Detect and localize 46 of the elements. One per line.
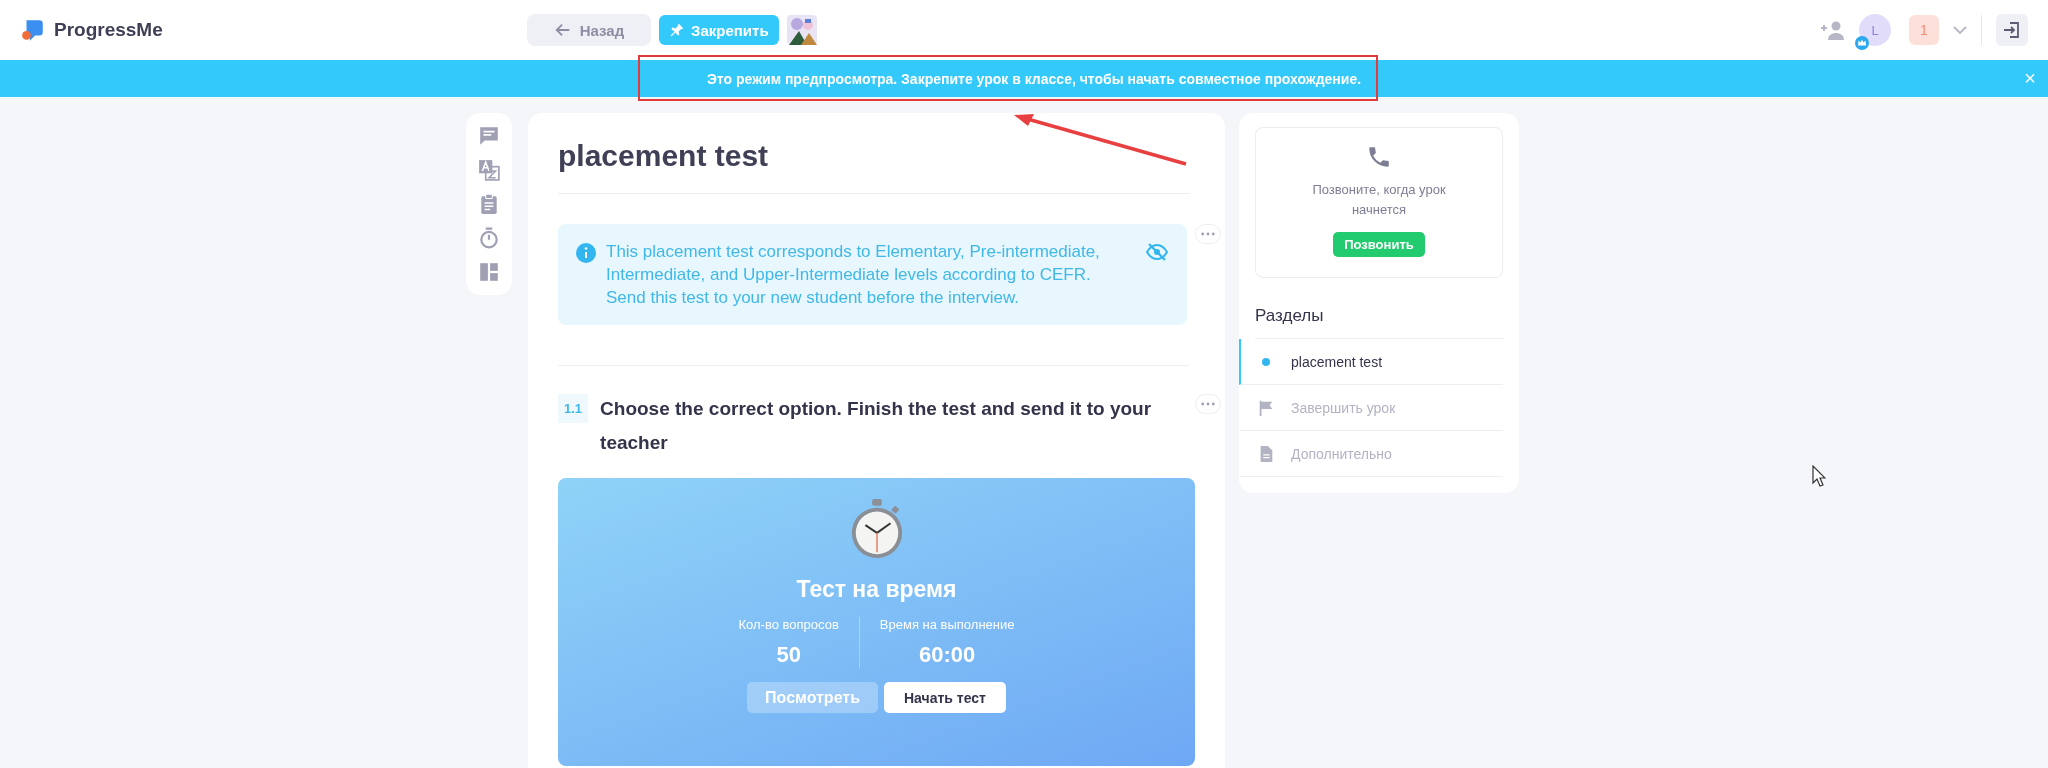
stopwatch-icon[interactable]: [478, 227, 500, 249]
call-text: Позвоните, когда урок начнется: [1311, 181, 1447, 219]
layout-icon[interactable]: [478, 261, 500, 283]
stat-value: 60:00: [919, 642, 976, 668]
logo-text: ProgressMe: [54, 19, 163, 41]
info-icon: [576, 243, 596, 263]
start-test-button[interactable]: Начать тест: [884, 682, 1006, 713]
logo-icon: [20, 17, 46, 43]
logout-icon: [2002, 20, 2022, 40]
info-text: This placement test corresponds to Elementary, Pre-intermediate, Intermediate, and Upper-Intermediate levels according to CEFR. Send this test to your new student before the interview.: [606, 241, 1101, 309]
view-button[interactable]: Посмотреть: [747, 682, 878, 713]
section-item[interactable]: Дополнительно: [1239, 431, 1503, 477]
comment-icon[interactable]: [478, 125, 500, 147]
pin-icon: [669, 22, 685, 38]
more-icon: [1201, 232, 1215, 236]
section-item[interactable]: Завершить урок: [1239, 385, 1503, 431]
close-button[interactable]: ×: [2020, 68, 2040, 88]
clipboard-icon[interactable]: [478, 193, 500, 215]
exercise-number: 1.1: [558, 394, 589, 423]
phone-icon: [1366, 144, 1392, 170]
mouse-cursor-icon: [1812, 465, 1826, 487]
add-user-icon[interactable]: [1819, 20, 1845, 40]
timed-test-title: Тест на время: [796, 576, 957, 603]
back-button[interactable]: Назад: [527, 14, 651, 46]
exercise-title: Choose the correct option. Finish the test and send it to your teacher: [600, 397, 1153, 455]
stat-label: Кол-во вопросов: [738, 617, 839, 632]
flag-icon: [1257, 398, 1275, 417]
hidden-eye-icon[interactable]: [1145, 242, 1169, 262]
more-icon: [1201, 402, 1215, 406]
translate-icon[interactable]: [478, 159, 500, 181]
lesson-title: placement test: [558, 138, 769, 174]
notification-count[interactable]: 1: [1909, 15, 1939, 45]
call-button[interactable]: Позвонить: [1333, 232, 1425, 257]
pin-button[interactable]: Закрепить: [659, 15, 779, 45]
arrow-left-icon: [553, 21, 572, 39]
stat-label: Время на выполнение: [879, 617, 1015, 632]
crown-icon: [1855, 36, 1869, 50]
section-item[interactable]: placement test: [1239, 339, 1503, 385]
more-button[interactable]: [1195, 224, 1221, 244]
chevron-down-icon[interactable]: [1953, 25, 1967, 35]
banner-text: Это режим предпросмотра. Закрепите урок в классе, чтобы начать совместное прохождение.: [706, 69, 1362, 89]
sections-title: Разделы: [1255, 306, 1503, 339]
stat-value: 50: [776, 642, 801, 668]
user-avatar[interactable]: L: [1859, 14, 1891, 46]
more-button[interactable]: [1195, 394, 1221, 414]
logout-button[interactable]: [1996, 14, 2028, 46]
